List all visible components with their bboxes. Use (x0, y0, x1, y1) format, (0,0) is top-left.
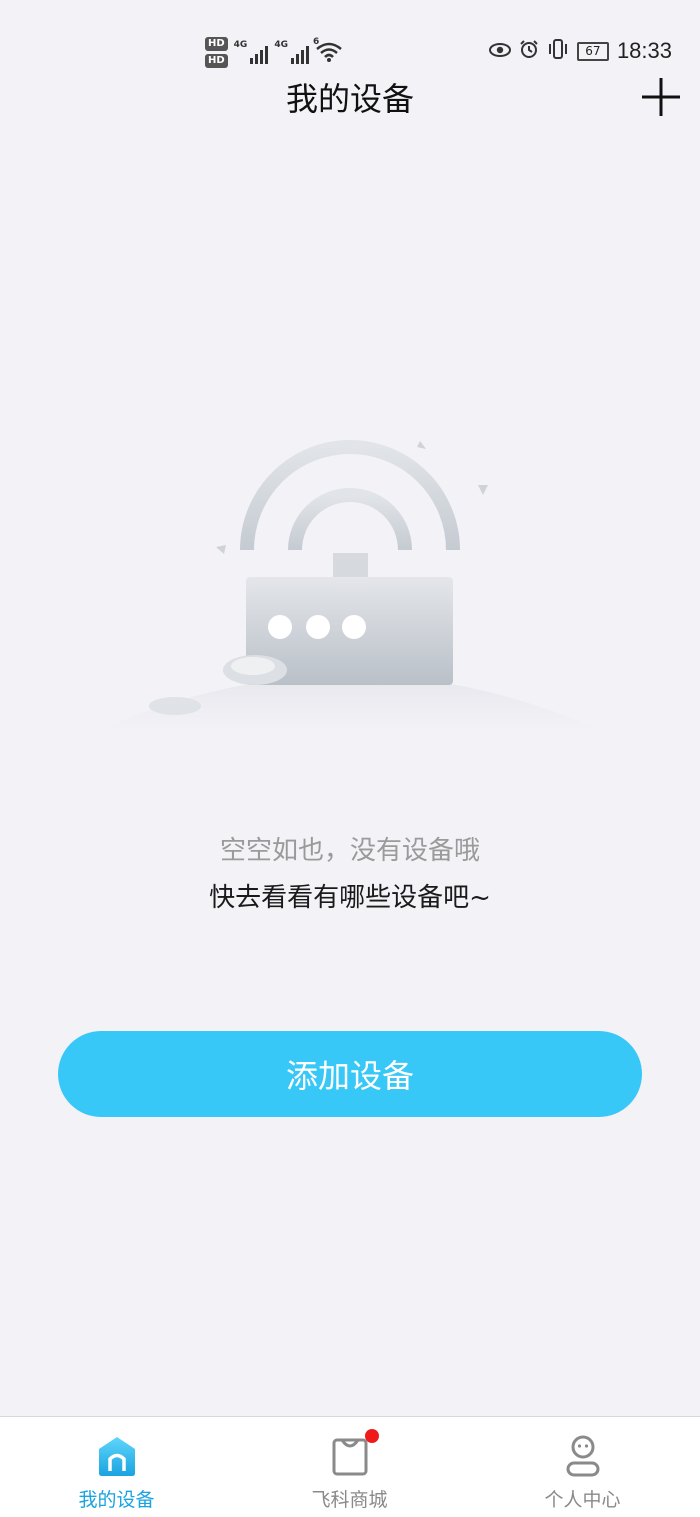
network-1-label: 4G (233, 40, 248, 50)
signal-1-icon: 4G (234, 40, 269, 64)
status-bar: HD HD 4G 4G 6 67 18:33 (0, 0, 700, 70)
battery-level: 67 (585, 43, 601, 58)
tab-profile[interactable]: 个人中心 (466, 1417, 699, 1517)
hd-indicators: HD HD (205, 36, 228, 68)
bottom-tab-bar: 我的设备 飞科商城 个人中心 (0, 1416, 700, 1517)
home-icon (97, 1435, 137, 1477)
page-title: 我的设备 (285, 80, 414, 118)
wifi-icon: 6 (313, 37, 343, 63)
tab-feike-mall[interactable]: 飞科商城 (233, 1417, 466, 1517)
signal-2-icon: 4G (274, 40, 309, 64)
vibrate-icon (547, 38, 569, 64)
notification-badge (365, 1429, 379, 1443)
alarm-icon (519, 39, 539, 64)
wifi-badge: 6 (312, 37, 320, 47)
add-device-button[interactable]: 添加设备 (58, 1031, 642, 1117)
empty-devices-illustration (90, 425, 610, 755)
shopping-bag-icon (330, 1435, 370, 1477)
tab-label-my-devices: 我的设备 (78, 1489, 155, 1511)
tab-my-devices[interactable]: 我的设备 (0, 1417, 233, 1517)
status-left: HD HD 4G 4G 6 (205, 32, 343, 72)
tab-label-feike-mall: 飞科商城 (311, 1489, 388, 1511)
empty-state-secondary-text: 快去看看有哪些设备吧~ (209, 883, 491, 913)
plus-icon (642, 78, 680, 116)
profile-icon (563, 1435, 603, 1477)
battery-icon: 67 (576, 41, 609, 61)
clock-time: 18:33 (616, 38, 672, 63)
hd-2-badge: HD (205, 53, 228, 68)
hd-1-badge: HD (205, 36, 228, 51)
add-device-plus-button[interactable] (640, 76, 682, 118)
tab-label-profile: 个人中心 (544, 1489, 621, 1511)
empty-state-primary-text: 空空如也，没有设备哦 (219, 836, 480, 866)
eye-icon (488, 39, 511, 63)
network-2-label: 4G (274, 40, 288, 50)
status-right: 67 18:33 (488, 38, 672, 64)
